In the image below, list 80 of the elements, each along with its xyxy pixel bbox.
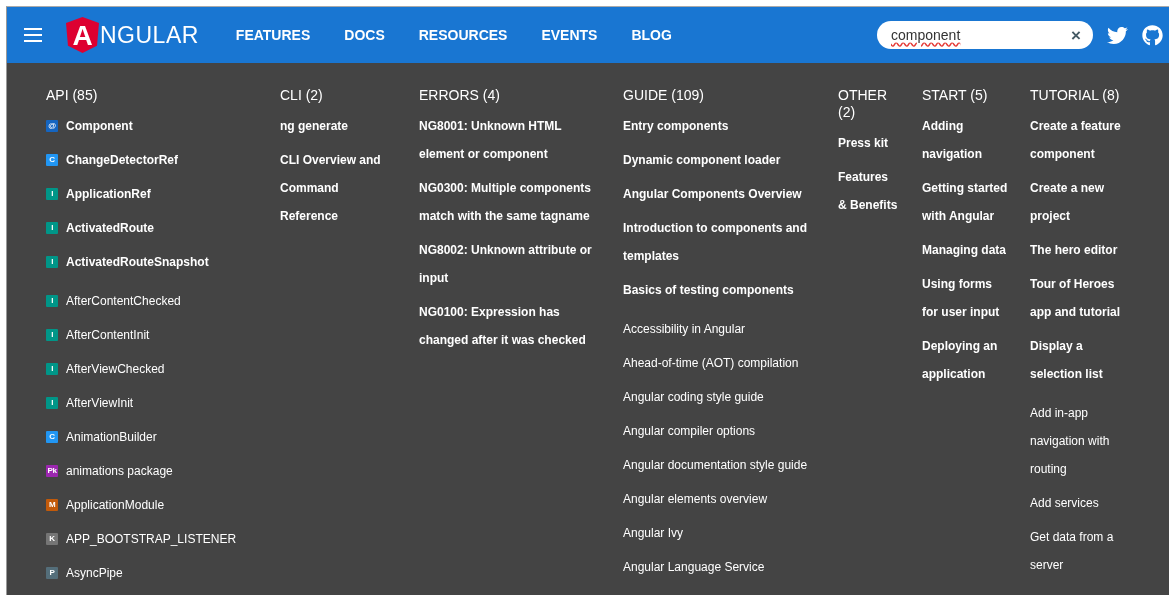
result-link[interactable]: Basics of testing components — [623, 276, 818, 304]
result-link[interactable]: Adding navigation — [922, 112, 1010, 168]
result-link[interactable]: Entry components — [623, 112, 818, 140]
type-badge: K — [46, 533, 58, 545]
section-heading: START (5) — [922, 87, 989, 104]
result-link[interactable]: Introduction to components and templates — [623, 214, 818, 270]
result-link[interactable]: Add in-app navigation with routing — [1030, 399, 1134, 483]
result-link[interactable]: Using forms for user input — [922, 270, 1010, 326]
type-badge: M — [46, 499, 58, 511]
bird-icon[interactable] — [1107, 24, 1128, 46]
type-badge: I — [46, 256, 58, 268]
result-link[interactable]: Create a feature component — [1030, 112, 1134, 168]
nav-link[interactable]: RESOURCES — [401, 27, 525, 43]
result-link[interactable]: Create a new project — [1030, 174, 1134, 230]
section-heading: TUTORIAL (8) — [1030, 87, 1121, 104]
nav-link[interactable]: DOCS — [327, 27, 402, 43]
type-badge: I — [46, 188, 58, 200]
result-link[interactable]: I AfterContentChecked — [46, 287, 260, 315]
type-badge: I — [46, 222, 58, 234]
result-link[interactable]: Tour of Heroes app and tutorial — [1030, 270, 1134, 326]
result-link[interactable]: Get data from a server — [1030, 523, 1134, 579]
result-link[interactable]: @ Component — [46, 112, 260, 140]
nav-link[interactable]: FEATURES — [218, 27, 328, 43]
result-link[interactable]: Pk animations package — [46, 457, 260, 485]
result-link[interactable]: Angular compiler options — [623, 417, 818, 445]
result-link[interactable]: Angular elements overview — [623, 485, 818, 513]
section-heading: ERRORS (4) — [419, 87, 501, 104]
result-link[interactable]: Display a selection list — [1030, 332, 1134, 388]
result-link[interactable]: C ChangeDetectorRef — [46, 146, 260, 174]
result-link[interactable]: Accessibility in Angular — [623, 315, 818, 343]
type-badge: I — [46, 363, 58, 375]
result-link[interactable]: NG8001: Unknown HTML element or component — [419, 112, 603, 168]
result-link[interactable]: I AfterViewChecked — [46, 355, 260, 383]
result-link[interactable]: Features & Benefits — [838, 163, 898, 219]
result-link[interactable]: Getting started with Angular — [922, 174, 1010, 230]
result-link[interactable]: ng generate — [280, 112, 399, 140]
type-badge: I — [46, 397, 58, 409]
type-badge: @ — [46, 120, 58, 132]
section-heading: API (85) — [46, 87, 99, 104]
result-link[interactable]: Angular Ivy — [623, 519, 818, 547]
result-link[interactable]: I ActivatedRoute — [46, 214, 260, 242]
result-link[interactable]: Press kit — [838, 129, 898, 157]
result-link[interactable]: M ApplicationModule — [46, 491, 260, 519]
menu-button[interactable] — [24, 28, 42, 42]
section-heading: CLI (2) — [280, 87, 324, 104]
result-link[interactable]: Deploying an application — [922, 332, 1010, 388]
result-link[interactable]: Angular documentation style guide — [623, 451, 818, 479]
result-link[interactable]: I AfterViewInit — [46, 389, 260, 417]
result-link[interactable]: P AsyncPipe — [46, 559, 260, 587]
result-link[interactable]: Add services — [1030, 489, 1134, 517]
result-link[interactable]: NG0100: Expression has changed after it was checked — [419, 298, 603, 354]
github-icon[interactable] — [1142, 24, 1163, 46]
result-link[interactable]: Angular Components Overview — [623, 180, 818, 208]
logo-text[interactable]: NGULAR — [100, 21, 199, 49]
result-link[interactable]: CLI Overview and Command Reference — [280, 146, 399, 230]
section-heading: OTHER (2) — [838, 87, 888, 121]
section-heading: GUIDE (109) — [623, 87, 705, 104]
result-link[interactable]: I ActivatedRouteSnapshot — [46, 248, 260, 276]
result-link[interactable]: Ahead-of-time (AOT) compilation — [623, 349, 818, 377]
result-link[interactable]: I ApplicationRef — [46, 180, 260, 208]
type-badge: I — [46, 329, 58, 341]
result-link[interactable]: C AnimationBuilder — [46, 423, 260, 451]
result-link[interactable]: K APP_BOOTSTRAP_LISTENER — [46, 525, 260, 553]
result-link[interactable]: NG8002: Unknown attribute or input — [419, 236, 603, 292]
result-link[interactable]: Angular Language Service — [623, 553, 818, 581]
result-link[interactable]: Angular coding style guide — [623, 383, 818, 411]
result-link[interactable]: The hero editor — [1030, 236, 1134, 264]
type-badge: C — [46, 431, 58, 443]
type-badge: I — [46, 295, 58, 307]
result-link[interactable]: Managing data — [922, 236, 1010, 264]
nav-link[interactable]: EVENTS — [524, 27, 615, 43]
result-link[interactable]: Dynamic component loader — [623, 146, 818, 174]
result-link[interactable]: I AfterContentInit — [46, 321, 260, 349]
search-field[interactable]: component × — [877, 21, 1093, 49]
logo-shield[interactable]: A — [66, 17, 99, 53]
nav-link[interactable]: BLOG — [614, 27, 689, 43]
type-badge: Pk — [46, 465, 58, 477]
result-link[interactable]: NG0300: Multiple components match with the same tagname — [419, 174, 603, 230]
type-badge: C — [46, 154, 58, 166]
type-badge: P — [46, 567, 58, 579]
